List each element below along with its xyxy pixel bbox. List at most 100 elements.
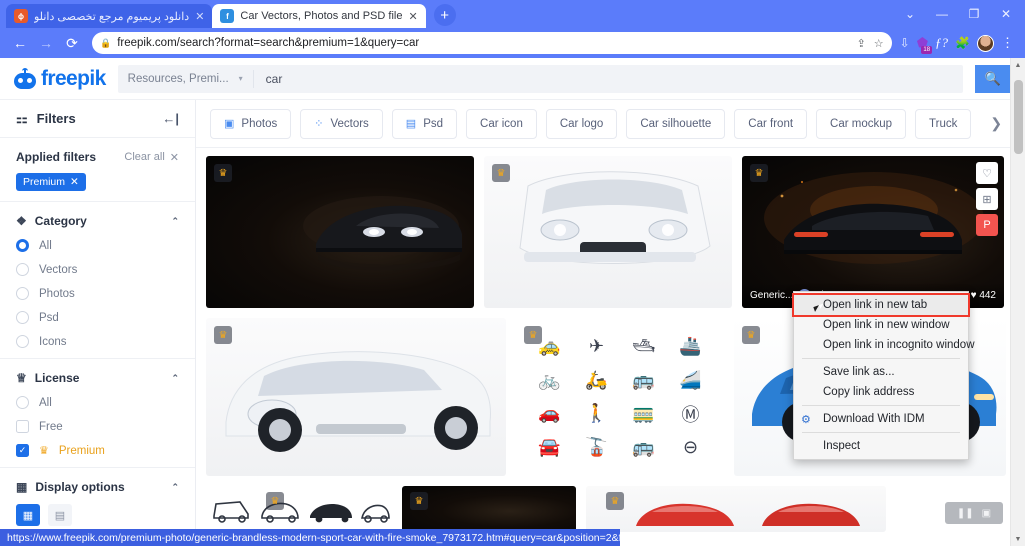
tram-icon: 🚃 [632, 403, 655, 424]
shapes-icon: ❖ [16, 214, 27, 228]
mosaic-layout-button[interactable]: ▦ [16, 504, 40, 526]
context-menu-item-save-link-as[interactable]: Save link as... [794, 362, 968, 382]
category-option-all[interactable]: All [16, 239, 179, 252]
card-transport-icon-set-vector[interactable]: ♛ 🚕 ✈ 🛥 🚢 🚲 🛵 🚌 🚄 🚗 🚶 🚃 Ⓜ 🚘 🚡 🚌 ⊖ [516, 318, 724, 476]
context-menu-item-inspect[interactable]: Inspect [794, 436, 968, 456]
category-section: ❖ Category ⌃ All Vectors Photos Psd Icon… [0, 202, 195, 359]
card-red-cars-photo[interactable]: ♛ [586, 486, 886, 532]
close-icon[interactable]: ✕ [70, 176, 79, 188]
profile-avatar[interactable] [977, 34, 994, 52]
clear-all-button[interactable]: Clear all [124, 151, 164, 163]
collection-button[interactable]: ⊞ [976, 188, 998, 210]
chevron-down-icon: ▾ [238, 74, 243, 83]
radio-icon[interactable] [16, 335, 29, 348]
radio-icon[interactable] [16, 396, 29, 409]
license-option-all[interactable]: All [16, 396, 179, 409]
tab-vectors[interactable]: ⁘ Vectors [300, 108, 383, 139]
card-white-suv-photo[interactable]: ♛ [206, 318, 506, 476]
premium-crown-icon: ♛ [214, 326, 232, 344]
tab-car-mockup[interactable]: Car mockup [816, 108, 907, 139]
tab-car-logo[interactable]: Car logo [545, 108, 618, 139]
like-button[interactable]: ♡ [976, 162, 998, 184]
tab-label: Psd [423, 117, 444, 130]
freepik-logo[interactable]: freepik [14, 67, 106, 91]
chevron-up-icon[interactable]: ⌃ [171, 482, 179, 493]
radio-icon[interactable] [16, 263, 29, 276]
search-input[interactable]: car [254, 72, 295, 86]
media-float-widget[interactable]: ❚❚ ▣ [945, 502, 1003, 524]
back-icon[interactable]: ← [8, 31, 32, 55]
bookmark-star-icon[interactable]: ☆ [874, 37, 884, 50]
share-icon[interactable]: ⇪ [857, 37, 866, 50]
card-dark-sports-car-photo[interactable]: ♛ [206, 156, 474, 308]
close-icon[interactable]: ✕ [408, 10, 417, 23]
context-menu-item-open-link-incognito[interactable]: Open link in incognito window [794, 335, 975, 355]
puzzle-icon[interactable]: 🧩 [955, 36, 970, 50]
close-window-button[interactable]: ✕ [991, 2, 1021, 26]
category-tabs: ▣ Photos ⁘ Vectors ▤ Psd Car icon Car lo… [196, 100, 1025, 148]
menu-separator [802, 358, 960, 359]
checkbox-icon[interactable]: ✓ [16, 444, 29, 457]
ship-icon: 🚢 [679, 336, 702, 357]
pinterest-button[interactable]: P [976, 214, 998, 236]
tabs-next-button[interactable]: ❯ [984, 115, 1008, 132]
idm-extension-icon[interactable]: ⬟ 18 [917, 35, 933, 54]
minimize-button[interactable]: — [927, 2, 957, 26]
radio-icon[interactable] [16, 239, 29, 252]
pause-icon[interactable]: ❚❚ [957, 508, 974, 519]
picture-in-picture-icon[interactable]: ▣ [982, 508, 991, 519]
checkbox-icon[interactable] [16, 420, 29, 433]
close-icon[interactable]: ✕ [195, 10, 204, 23]
chrome-menu-icon[interactable]: ⋮ [1001, 35, 1015, 51]
new-tab-button[interactable]: + [433, 4, 456, 26]
card-dark-car-photo-2[interactable]: ♛ [402, 486, 576, 532]
clear-all-icon[interactable]: ✕ [170, 151, 179, 164]
browser-tab-2[interactable]: f Car Vectors, Photos and PSD file ✕ [212, 4, 426, 28]
search-submit-button[interactable]: 🔍 [975, 64, 1011, 93]
filter-chip-premium[interactable]: Premium ✕ [16, 173, 86, 191]
license-option-free[interactable]: Free [16, 420, 179, 433]
browser-tab-1[interactable]: ϕ دانلود پریمیوم مرجع تخصصی دانلو ✕ [6, 4, 213, 28]
reload-icon[interactable]: ⟳ [60, 31, 84, 55]
chevron-up-icon[interactable]: ⌃ [171, 373, 179, 384]
tab-car-icon[interactable]: Car icon [466, 108, 537, 139]
collapse-sidebar-button[interactable]: ←| [162, 111, 179, 126]
radio-icon[interactable] [16, 287, 29, 300]
license-option-premium[interactable]: ✓ ♛ Premium [16, 444, 179, 457]
tab-search-icon[interactable]: ⌄ [895, 2, 925, 26]
address-bar[interactable]: 🔒 freepik.com/search?format=search&premi… [92, 32, 892, 54]
maximize-button[interactable]: ❐ [959, 2, 989, 26]
search-icon: 🔍 [984, 70, 1002, 86]
category-option-photos[interactable]: Photos [16, 287, 179, 300]
tab-car-front[interactable]: Car front [734, 108, 808, 139]
chevron-up-icon[interactable]: ⌃ [171, 216, 179, 227]
context-menu-item-download-with-idm[interactable]: ⚙ Download With IDM [794, 409, 968, 429]
context-menu-item-copy-link-address[interactable]: Copy link address [794, 382, 968, 402]
category-option-icons[interactable]: Icons [16, 335, 179, 348]
radio-icon[interactable] [16, 311, 29, 324]
grid-layout-button[interactable]: ▤ [48, 504, 72, 526]
context-menu-item-open-link-new-window[interactable]: Open link in new window [794, 315, 968, 335]
search-scope-select[interactable]: Resources, Premi... ▾ [118, 69, 254, 88]
card-white-bmw-front-photo[interactable]: ♛ [484, 156, 732, 308]
idm-icon: ⚙ [801, 413, 811, 426]
tab-psd[interactable]: ▤ Psd [391, 108, 458, 139]
category-option-vectors[interactable]: Vectors [16, 263, 179, 276]
freepik-icon: f [220, 9, 235, 23]
page-scrollbar[interactable]: ▲ ▼ [1010, 58, 1025, 546]
scroll-up-arrow-icon[interactable]: ▲ [1011, 58, 1025, 72]
context-menu-item-open-link-new-tab[interactable]: Open link in new tab [792, 293, 970, 317]
scrollbar-thumb[interactable] [1014, 80, 1023, 154]
card-fire-smoke-sport-car-photo[interactable]: ♛ ♡ ⊞ P Generic... ♥ 442 [742, 156, 1004, 308]
tab-label: Car icon [480, 117, 523, 130]
forward-icon[interactable]: → [34, 31, 58, 55]
applied-filters-section: Applied filters Clear all ✕ Premium ✕ [0, 138, 195, 202]
category-option-psd[interactable]: Psd [16, 311, 179, 324]
formatter-extension-icon[interactable]: ƒ? [935, 35, 948, 51]
download-icon[interactable]: ⇩ [900, 36, 910, 50]
scroll-down-arrow-icon[interactable]: ▼ [1011, 532, 1025, 546]
card-car-outline-vectors[interactable]: ♛ [206, 486, 392, 532]
tab-photos[interactable]: ▣ Photos [210, 108, 292, 139]
tab-truck[interactable]: Truck [915, 108, 972, 139]
tab-car-silhouette[interactable]: Car silhouette [626, 108, 726, 139]
